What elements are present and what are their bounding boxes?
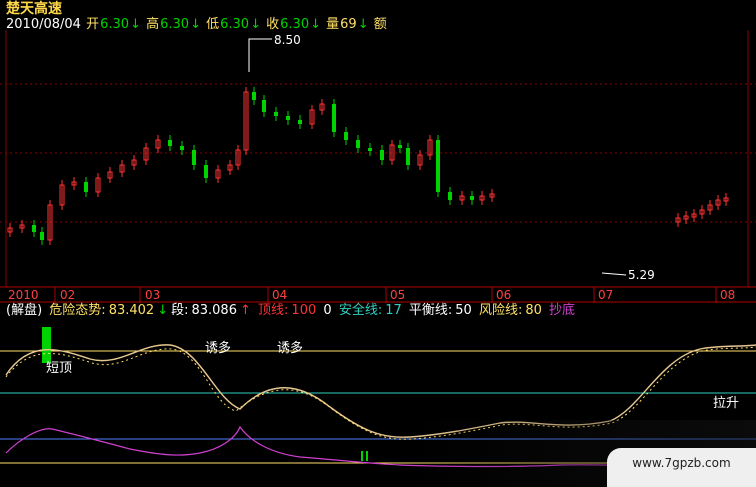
risk-trend-value: 83.402 [108,303,155,318]
arrow-up-icon: ↑ [239,303,251,318]
candle-body [204,165,208,178]
balance-line-value: 50 [455,303,472,318]
lure-long-annotation: 诱多 [277,340,303,356]
short-top-annotation: 短顶 [46,361,72,376]
safe-line-value: 17 [385,303,402,318]
time-axis: 2010 02 03 04 05 06 07 08 [0,287,756,303]
arrow-down-icon: ↓ [157,303,169,318]
indicator-mode: (解盘) [6,303,43,318]
signal-tick [366,451,368,461]
candle-body [180,146,184,150]
candle-body [448,192,452,200]
candle-body [436,140,440,192]
risk-line-label: 风险线: [478,303,523,318]
candle-body [380,150,384,160]
safe-line-label: 安全线: [338,303,383,318]
risk-line-value: 80 [525,303,542,318]
candle-body [406,148,410,165]
signal-tick [361,451,363,461]
time-axis-ticks [0,287,756,303]
candle-body [286,116,290,120]
candle-body [398,145,402,148]
price-candlestick-chart: 8.50 5.29 [0,30,756,288]
candle-body [252,92,256,100]
top-line-label: 顶线: [258,303,289,318]
segment-label: 段: [171,303,189,318]
high-marker-label: 8.50 [274,33,301,47]
candle-body [298,120,302,124]
zero-value: 0 [323,303,332,318]
candle-body [356,140,360,148]
indicator-legend-bar: (解盘) 危险态势: 83.402 ↓ 段: 83.086 ↑ 顶线: 100 0 安全线:… [6,303,578,319]
low-marker-label: 5.29 [628,268,655,282]
candle-body [192,150,196,165]
candle-body [40,232,44,240]
watermark: www.7gpzb.com [607,448,756,487]
top-line-value: 100 [291,303,317,318]
candle-body [274,112,278,116]
risk-trend-line [5,344,756,438]
low-marker-leader [601,272,627,276]
short-top-signal-bar [42,327,51,363]
segment-value: 83.086 [191,303,237,318]
pull-up-annotation: 拉升 [713,396,739,411]
candle-body [32,225,36,232]
candle-body [84,182,88,192]
stock-chart-window: 楚天高速 2010/08/04 开6.30↓ 高6.30↓ 低6.30↓ 收6.… [0,0,756,487]
candle-body [332,104,336,132]
candle-body [262,100,266,112]
low-marker: 5.29 [601,268,655,282]
risk-trend-label: 危险态势: [49,303,106,318]
candle-body [168,140,172,146]
lure-long-annotation: 诱多 [205,340,231,356]
candle-body [470,196,474,200]
candle-body [368,148,372,151]
high-marker: 8.50 [248,33,301,72]
bottom-fish-label: 抄底 [549,303,576,318]
balance-line-label: 平衡线: [408,303,453,318]
high-marker-leader [248,38,272,72]
candles-group [7,87,729,245]
candle-body [344,132,348,140]
